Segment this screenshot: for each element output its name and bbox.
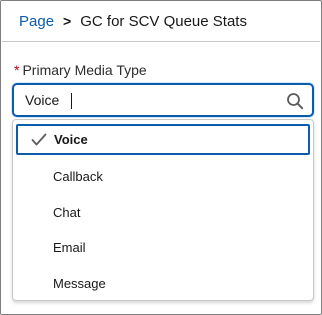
option-email[interactable]: Email [13, 230, 313, 266]
media-type-input[interactable] [14, 85, 274, 115]
required-indicator: * [14, 62, 20, 78]
option-label: Chat [53, 204, 81, 220]
text-caret [71, 93, 72, 109]
field-label-text: Primary Media Type [22, 62, 147, 78]
option-label: Email [53, 240, 86, 256]
option-label: Callback [53, 169, 103, 185]
check-icon [31, 133, 47, 146]
breadcrumb-link-page[interactable]: Page [19, 13, 54, 30]
media-type-listbox: Voice Callback Chat Email Message [12, 119, 314, 301]
breadcrumb-separator: > [63, 13, 72, 29]
option-message[interactable]: Message [13, 266, 313, 301]
dialog-frame: Page > GC for SCV Queue Stats * Primary … [0, 0, 322, 315]
option-label: Voice [54, 132, 88, 147]
option-voice[interactable]: Voice [16, 124, 310, 155]
breadcrumb: Page > GC for SCV Queue Stats [19, 10, 247, 32]
option-chat[interactable]: Chat [13, 195, 313, 231]
media-type-combobox[interactable] [12, 83, 314, 117]
header-divider [2, 41, 320, 42]
field-label: * Primary Media Type [14, 62, 147, 78]
breadcrumb-current: GC for SCV Queue Stats [80, 12, 247, 30]
option-callback[interactable]: Callback [13, 159, 313, 195]
search-icon[interactable] [286, 92, 304, 110]
option-label: Message [53, 275, 106, 291]
